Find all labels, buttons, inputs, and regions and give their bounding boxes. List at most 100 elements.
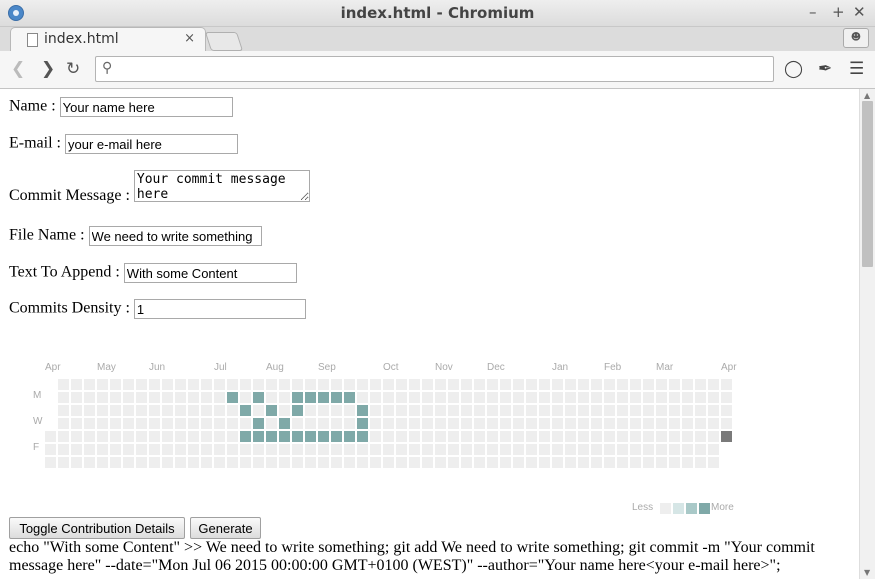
- contribution-cell[interactable]: [253, 457, 264, 468]
- contribution-cell[interactable]: [123, 457, 134, 468]
- contribution-cell[interactable]: [539, 457, 550, 468]
- back-arrow-icon[interactable]: ❮: [11, 59, 25, 79]
- contribution-cell[interactable]: [396, 444, 407, 455]
- contribution-cell[interactable]: [318, 444, 329, 455]
- append-text-input[interactable]: [123, 263, 297, 283]
- contribution-cell[interactable]: [97, 392, 108, 403]
- contribution-cell[interactable]: [656, 392, 667, 403]
- contribution-cell[interactable]: [227, 379, 238, 390]
- contribution-cell[interactable]: [526, 457, 537, 468]
- contribution-cell[interactable]: [422, 431, 433, 442]
- contribution-cell[interactable]: [565, 405, 576, 416]
- contribution-cell[interactable]: [552, 379, 563, 390]
- contribution-cell[interactable]: [669, 457, 680, 468]
- contribution-cell[interactable]: [708, 431, 719, 442]
- contribution-cell[interactable]: [214, 457, 225, 468]
- contribution-cell[interactable]: [513, 392, 524, 403]
- contribution-cell[interactable]: [188, 457, 199, 468]
- contribution-cell[interactable]: [58, 431, 69, 442]
- contribution-cell[interactable]: [617, 444, 628, 455]
- contribution-cell[interactable]: [474, 405, 485, 416]
- contribution-cell[interactable]: [279, 405, 290, 416]
- contribution-cell[interactable]: [110, 392, 121, 403]
- contribution-cell[interactable]: [435, 444, 446, 455]
- contribution-cell[interactable]: [539, 444, 550, 455]
- contribution-cell[interactable]: [383, 392, 394, 403]
- contribution-cell[interactable]: [448, 444, 459, 455]
- contribution-cell[interactable]: [604, 457, 615, 468]
- contribution-cell[interactable]: [84, 418, 95, 429]
- contribution-cell[interactable]: [591, 431, 602, 442]
- contribution-cell[interactable]: [45, 444, 56, 455]
- contribution-cell[interactable]: [461, 457, 472, 468]
- contribution-cell[interactable]: [682, 379, 693, 390]
- contribution-cell[interactable]: [617, 405, 628, 416]
- contribution-cell[interactable]: [227, 392, 238, 403]
- scroll-down-arrow-icon[interactable]: ▼: [864, 568, 870, 577]
- contribution-cell[interactable]: [396, 457, 407, 468]
- contribution-cell[interactable]: [526, 379, 537, 390]
- contribution-cell[interactable]: [695, 405, 706, 416]
- contribution-cell[interactable]: [188, 431, 199, 442]
- contribution-cell[interactable]: [565, 392, 576, 403]
- contribution-cell[interactable]: [253, 392, 264, 403]
- contribution-cell[interactable]: [305, 405, 316, 416]
- contribution-cell[interactable]: [539, 405, 550, 416]
- contribution-cell[interactable]: [84, 444, 95, 455]
- contribution-cell[interactable]: [448, 379, 459, 390]
- contribution-cell[interactable]: [604, 379, 615, 390]
- contribution-cell[interactable]: [383, 379, 394, 390]
- contribution-cell[interactable]: [604, 431, 615, 442]
- contribution-cell[interactable]: [292, 457, 303, 468]
- contribution-cell[interactable]: [240, 392, 251, 403]
- contribution-cell[interactable]: [448, 405, 459, 416]
- contribution-cell[interactable]: [461, 418, 472, 429]
- contribution-cell[interactable]: [656, 431, 667, 442]
- contribution-cell[interactable]: [643, 379, 654, 390]
- contribution-cell[interactable]: [227, 457, 238, 468]
- contribution-cell[interactable]: [643, 418, 654, 429]
- contribution-cell[interactable]: [461, 431, 472, 442]
- contribution-cell[interactable]: [617, 418, 628, 429]
- contribution-cell[interactable]: [617, 431, 628, 442]
- contribution-cell[interactable]: [396, 418, 407, 429]
- contribution-cell[interactable]: [383, 418, 394, 429]
- contribution-cell[interactable]: [539, 392, 550, 403]
- contribution-cell[interactable]: [591, 405, 602, 416]
- contribution-cell[interactable]: [214, 418, 225, 429]
- contribution-cell[interactable]: [487, 392, 498, 403]
- contribution-cell[interactable]: [578, 405, 589, 416]
- contribution-cell[interactable]: [630, 457, 641, 468]
- contribution-cell[interactable]: [305, 379, 316, 390]
- contribution-cell[interactable]: [136, 418, 147, 429]
- contribution-cell[interactable]: [71, 444, 82, 455]
- contribution-cell[interactable]: [331, 418, 342, 429]
- contribution-cell[interactable]: [708, 418, 719, 429]
- contribution-cell[interactable]: [682, 418, 693, 429]
- contribution-cell[interactable]: [331, 392, 342, 403]
- contribution-cell[interactable]: [97, 379, 108, 390]
- contribution-cell[interactable]: [162, 457, 173, 468]
- contribution-cell[interactable]: [721, 405, 732, 416]
- contribution-cell[interactable]: [318, 392, 329, 403]
- contribution-cell[interactable]: [526, 392, 537, 403]
- contribution-cell[interactable]: [552, 457, 563, 468]
- contribution-cell[interactable]: [643, 392, 654, 403]
- contribution-cell[interactable]: [214, 431, 225, 442]
- contribution-cell[interactable]: [266, 431, 277, 442]
- contribution-cell[interactable]: [435, 392, 446, 403]
- contribution-cell[interactable]: [45, 457, 56, 468]
- contribution-cell[interactable]: [643, 405, 654, 416]
- contribution-cell[interactable]: [474, 457, 485, 468]
- contribution-cell[interactable]: [708, 457, 719, 468]
- contribution-cell[interactable]: [357, 431, 368, 442]
- contribution-cell[interactable]: [695, 457, 706, 468]
- contribution-cell[interactable]: [123, 444, 134, 455]
- contribution-cell[interactable]: [435, 457, 446, 468]
- contribution-cell[interactable]: [591, 392, 602, 403]
- contribution-cell[interactable]: [617, 392, 628, 403]
- contribution-cell[interactable]: [565, 379, 576, 390]
- contribution-cell[interactable]: [279, 379, 290, 390]
- contribution-cell[interactable]: [292, 379, 303, 390]
- contribution-cell[interactable]: [370, 405, 381, 416]
